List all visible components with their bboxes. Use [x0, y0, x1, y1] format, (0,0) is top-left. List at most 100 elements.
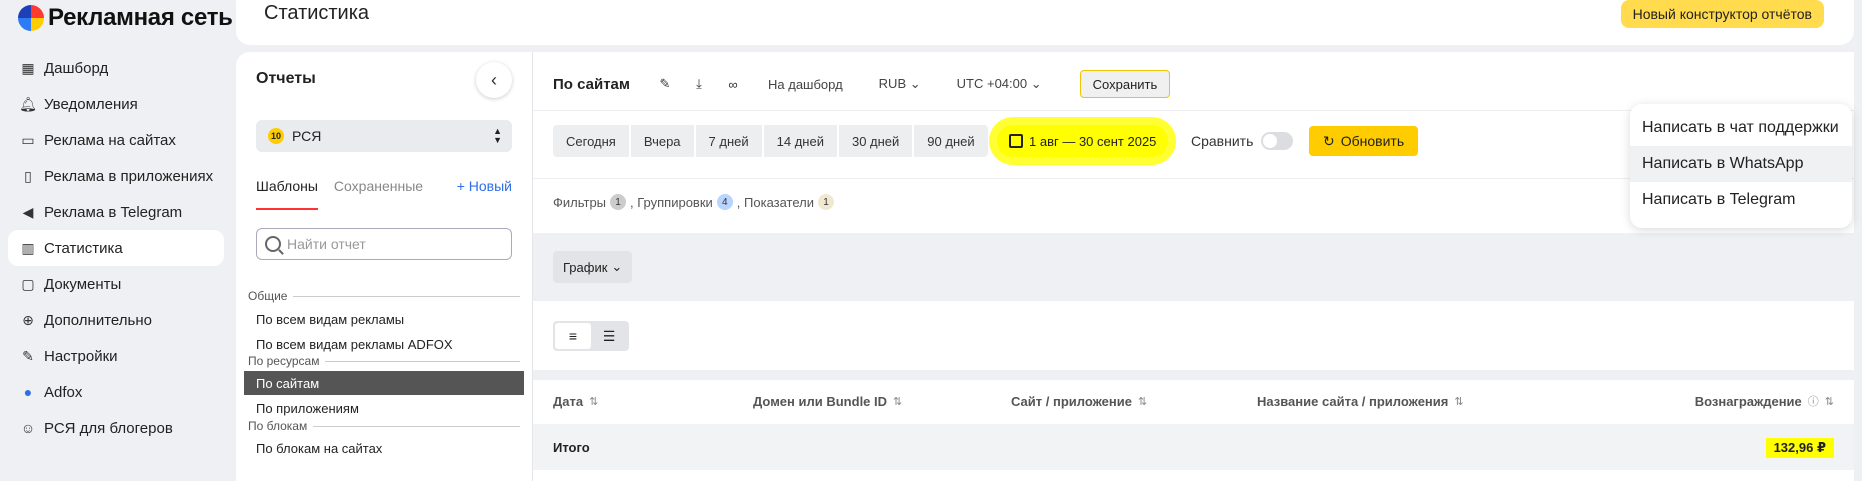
sidebar-item-dashboard[interactable]: ▦ Дашборд	[8, 50, 224, 86]
filters-summary[interactable]: Фильтры 1 , Группировки 4 , Показатели 1	[553, 194, 835, 210]
sort-icon: ⇅	[1137, 395, 1148, 408]
date-range-picker[interactable]: 1 авг — 30 сент 2025	[997, 125, 1169, 157]
sort-icon: ⇅	[893, 395, 903, 408]
period-buttons: Сегодня Вчера 7 дней 14 дней 30 дней 90 …	[553, 125, 988, 157]
tab-templates[interactable]: Шаблоны	[256, 178, 318, 210]
filters-label: Фильтры	[553, 194, 607, 210]
column-date[interactable]: Дата ⇅	[553, 394, 598, 409]
filters-count-badge: 1	[610, 194, 627, 210]
period-30-days[interactable]: 30 дней	[838, 125, 913, 157]
sidebar-item-documents[interactable]: ▢ Документы	[8, 266, 224, 302]
total-reward-value: 132,96 ₽	[1765, 438, 1834, 458]
support-telegram-item[interactable]: Написать в Telegram	[1630, 182, 1852, 218]
monitor-icon: ▭	[21, 131, 35, 148]
period-today[interactable]: Сегодня	[553, 125, 629, 157]
group-label-text: По ресурсам	[248, 354, 320, 368]
dashboard-icon: ▦	[21, 59, 35, 76]
sidebar-item-additional[interactable]: ⊕ Дополнительно	[8, 302, 224, 338]
phone-icon: ▯	[24, 167, 32, 184]
chart-icon: ▥	[21, 239, 35, 256]
column-label: Название сайта / приложения	[1257, 393, 1449, 409]
refresh-button[interactable]: ↻ Обновить	[1309, 126, 1419, 156]
search-icon	[265, 236, 281, 252]
help-icon: ⓘ	[1807, 396, 1819, 408]
report-toolbar: По сайтам ✎ ⤓ ∞ На дашборд RUB ⌄ UTC +04…	[553, 70, 1171, 98]
select-arrows-icon: ▲ ▼	[493, 126, 502, 145]
chart-button-label: График	[563, 259, 608, 275]
column-label: Дата	[553, 393, 584, 409]
tab-saved[interactable]: Сохраненные	[334, 178, 423, 210]
period-14-days[interactable]: 14 дней	[763, 125, 837, 157]
sidebar-item-settings[interactable]: ✎ Настройки	[8, 338, 224, 374]
column-site-name[interactable]: Название сайта / приложения ⇅	[1257, 394, 1464, 409]
sort-icon: ⇅	[1454, 395, 1464, 408]
report-item-all-ads-adfox[interactable]: По всем видам рекламы ADFOX	[244, 332, 524, 356]
new-report-link[interactable]: + Новый	[457, 178, 512, 194]
period-yesterday[interactable]: Вчера	[630, 125, 694, 157]
support-whatsapp-item[interactable]: Написать в WhatsApp	[1630, 146, 1852, 182]
group-divider	[325, 360, 520, 362]
sidebar-item-site-ads[interactable]: ▭ Реклама на сайтах	[8, 122, 224, 158]
sidebar-item-adfox[interactable]: ● Adfox	[8, 374, 224, 410]
total-label: Итого	[553, 439, 590, 455]
group-label-blocks: По блокам	[248, 419, 520, 433]
wrench-icon: ✎	[22, 347, 34, 364]
sidebar-item-app-ads[interactable]: ▯ Реклама в приложениях	[8, 158, 224, 194]
plus-circle-icon: ⊕	[22, 311, 34, 328]
to-dashboard-button[interactable]: На дашборд	[768, 77, 843, 92]
support-chat-item[interactable]: Написать в чат поддержки	[1630, 110, 1852, 146]
support-menu: Написать в чат поддержки Написать в What…	[1630, 104, 1852, 228]
sidebar-item-notifications[interactable]: 🔔︎ Уведомления	[8, 86, 224, 122]
chart-band	[533, 233, 1854, 301]
save-button[interactable]: Сохранить	[1079, 70, 1171, 98]
adfox-icon: ●	[23, 384, 33, 400]
metrics-label: , Показатели	[736, 194, 815, 210]
bell-icon: 🔔︎	[19, 95, 37, 112]
link-icon[interactable]: ∞	[716, 77, 750, 92]
tree-view-icon[interactable]: ☰	[591, 323, 627, 349]
chart-toggle-button[interactable]: График ⌄	[553, 251, 633, 283]
group-label-common: Общие	[248, 289, 520, 303]
column-site-app[interactable]: Сайт / приложение ⇅	[1011, 394, 1147, 409]
group-label-text: По блокам	[248, 419, 308, 433]
sidebar-item-telegram-ads[interactable]: ◀ Реклама в Telegram	[8, 194, 224, 230]
report-item-by-sites[interactable]: По сайтам	[244, 371, 524, 395]
view-toggle-group: ≡ ☰	[553, 321, 629, 351]
header-card	[236, 0, 1854, 45]
reports-title: Отчеты	[256, 70, 316, 87]
period-90-days[interactable]: 90 дней	[914, 125, 988, 157]
report-item-blocks-sites[interactable]: По блокам на сайтах	[244, 436, 524, 460]
report-item-all-ads[interactable]: По всем видам рекламы	[244, 307, 524, 331]
sidebar-item-statistics[interactable]: ▥ Статистика	[8, 230, 224, 266]
column-domain[interactable]: Домен или Bundle ID ⇅	[753, 394, 902, 409]
download-icon[interactable]: ⤓	[682, 76, 716, 92]
currency-select[interactable]: RUB ⌄	[879, 76, 921, 92]
collapse-panel-button[interactable]: ‹	[476, 62, 512, 98]
list-view-icon[interactable]: ≡	[555, 323, 591, 349]
sidebar-item-label: Реклама в приложениях	[44, 167, 214, 185]
sidebar-item-label: Реклама в Telegram	[44, 203, 183, 221]
compare-toggle[interactable]	[1261, 132, 1294, 150]
logo[interactable]: Рекламная сеть	[18, 4, 233, 32]
sidebar-item-label: Статистика	[44, 239, 123, 257]
new-constructor-button[interactable]: Новый конструктор отчётов	[1620, 0, 1824, 28]
sidebar-item-bloggers[interactable]: ☺ РСЯ для блогеров	[8, 410, 224, 446]
report-search-input[interactable]: Найти отчет	[256, 228, 512, 260]
network-select[interactable]: 10 РСЯ ▲ ▼	[256, 120, 512, 152]
reports-tabs: Шаблоны Сохраненные + Новый	[256, 178, 512, 210]
compare-label: Сравнить	[1191, 133, 1254, 149]
sidebar-item-label: Дополнительно	[44, 311, 152, 329]
network-select-value: РСЯ	[292, 128, 322, 144]
groupings-count-badge: 4	[716, 194, 733, 210]
sort-icon: ⇅	[589, 395, 599, 408]
rsya-badge-icon: 10	[268, 128, 284, 144]
period-7-days[interactable]: 7 дней	[695, 125, 762, 157]
column-reward[interactable]: Вознаграждение ⓘ ⇅	[1695, 393, 1834, 409]
sidebar-item-label: РСЯ для блогеров	[44, 419, 173, 437]
refresh-label: Обновить	[1340, 133, 1405, 149]
timezone-select[interactable]: UTC +04:00 ⌄	[957, 76, 1042, 92]
nav-list: ▦ Дашборд 🔔︎ Уведомления ▭ Реклама на сайта…	[8, 50, 224, 446]
edit-icon[interactable]: ✎	[648, 76, 682, 92]
sort-icon: ⇅	[1824, 395, 1834, 408]
report-item-by-apps[interactable]: По приложениям	[244, 396, 524, 420]
